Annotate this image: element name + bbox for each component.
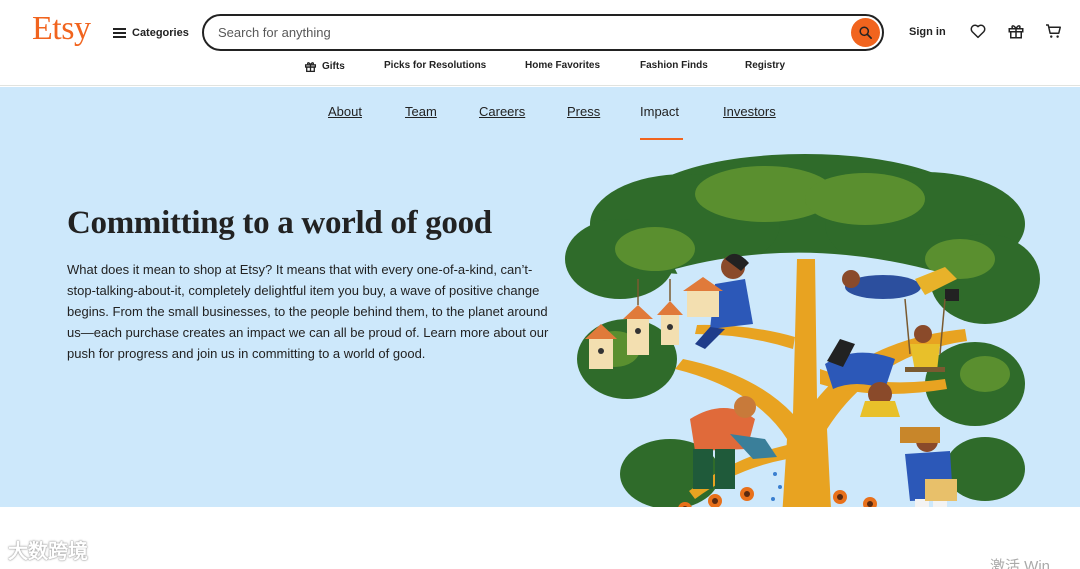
search-bar bbox=[202, 14, 884, 51]
about-nav-team[interactable]: Team bbox=[405, 104, 437, 119]
cart-icon bbox=[1045, 24, 1061, 38]
about-nav-press[interactable]: Press bbox=[567, 104, 600, 119]
page-title: Committing to a world of good bbox=[67, 205, 492, 241]
hamburger-menu-icon bbox=[113, 28, 126, 38]
about-nav-about[interactable]: About bbox=[328, 104, 362, 119]
about-nav-investors[interactable]: Investors bbox=[723, 104, 776, 119]
subnav-label: Registry bbox=[745, 60, 786, 71]
category-subnav: Gifts Picks for Resolutions Home Favorit… bbox=[0, 60, 1080, 78]
subnav-item-gifts[interactable]: Gifts bbox=[304, 60, 345, 73]
subnav-item-home-favorites[interactable]: Home Favorites bbox=[525, 60, 600, 71]
about-nav-careers[interactable]: Careers bbox=[479, 104, 525, 119]
hero-description: What does it mean to shop at Etsy? It me… bbox=[67, 262, 549, 361]
page-below-hero bbox=[0, 507, 1080, 569]
impact-hero: About Team Careers Press Impact Investor… bbox=[0, 87, 1080, 507]
subnav-item-picks-for-resolutions[interactable]: Picks for Resolutions bbox=[384, 60, 486, 71]
sign-in-link[interactable]: Sign in bbox=[909, 26, 946, 38]
heart-icon bbox=[970, 24, 986, 39]
categories-label: Categories bbox=[132, 27, 189, 39]
search-button[interactable] bbox=[851, 18, 880, 47]
etsy-logo[interactable]: Etsy bbox=[32, 10, 91, 48]
about-nav: About Team Careers Press Impact Investor… bbox=[0, 104, 1080, 124]
gift-button[interactable] bbox=[1005, 20, 1027, 42]
gift-icon bbox=[1008, 25, 1024, 39]
categories-button[interactable]: Categories bbox=[113, 22, 189, 44]
gift-icon bbox=[304, 62, 317, 73]
windows-activation-text: 激活 Win bbox=[990, 558, 1051, 569]
site-header: Etsy Categories Sign in bbox=[0, 0, 1080, 86]
subnav-label: Home Favorites bbox=[525, 60, 601, 71]
cart-button[interactable] bbox=[1042, 20, 1064, 42]
subnav-item-fashion-finds[interactable]: Fashion Finds bbox=[640, 60, 708, 71]
watermark-text: 大数跨境 bbox=[8, 541, 88, 563]
subnav-item-registry[interactable]: Registry bbox=[745, 60, 785, 71]
subnav-label: Fashion Finds bbox=[640, 60, 708, 71]
about-nav-impact[interactable]: Impact bbox=[640, 104, 679, 119]
subnav-label: Gifts bbox=[322, 61, 345, 72]
tree-with-people-illustration bbox=[565, 154, 1040, 507]
search-input[interactable] bbox=[218, 22, 838, 43]
watermark: 大数跨境 bbox=[8, 535, 88, 564]
favorites-button[interactable] bbox=[967, 20, 989, 42]
person-with-basket bbox=[900, 427, 957, 507]
search-icon bbox=[859, 26, 872, 39]
subnav-label: Picks for Resolutions bbox=[384, 60, 487, 71]
